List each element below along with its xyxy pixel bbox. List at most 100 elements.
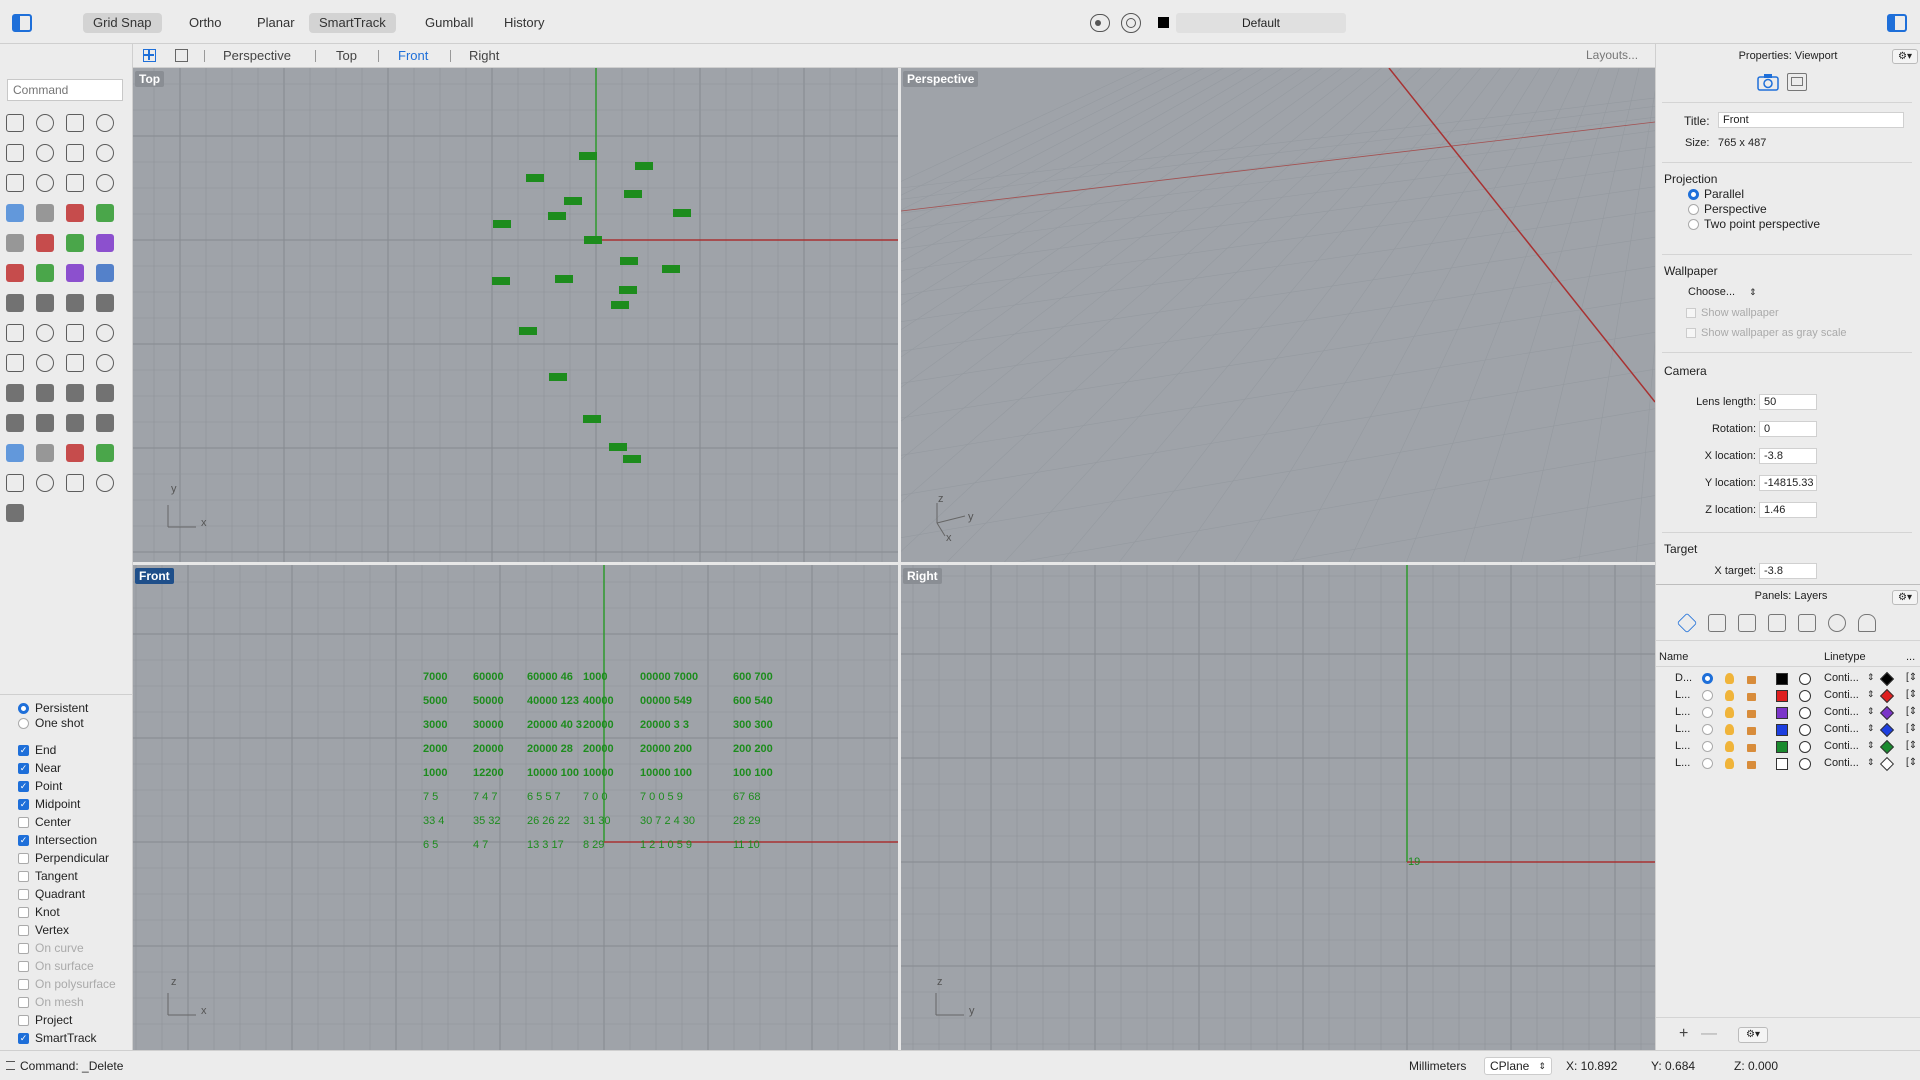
cplane-dropdown[interactable]: CPlane ⇕	[1484, 1057, 1552, 1075]
layer-name[interactable]: L...	[1675, 740, 1690, 752]
layer-material-icon[interactable]	[1799, 724, 1811, 736]
tool-icon[interactable]	[63, 351, 87, 375]
tool-icon[interactable]	[3, 321, 27, 345]
layer-linetype[interactable]: Conti...	[1824, 672, 1859, 684]
current-layer-radio[interactable]	[1702, 724, 1713, 735]
camera-field-input[interactable]: -14815.33	[1759, 475, 1817, 491]
viewport-label-perspective[interactable]: Perspective	[903, 71, 979, 87]
light-bulb-icon[interactable]	[1725, 707, 1734, 718]
green-object[interactable]	[579, 152, 597, 160]
dimension-label[interactable]: 20000	[583, 743, 614, 755]
layer-linetype[interactable]: Conti...	[1824, 689, 1859, 701]
tool-icon[interactable]	[93, 231, 117, 255]
wallpaper-choose-dropdown[interactable]: Choose... ⇕	[1688, 286, 1757, 298]
layer-row[interactable]: L... Conti... ⇕ [⇕	[1656, 722, 1920, 739]
layer-row[interactable]: L... Conti... ⇕ [⇕	[1656, 688, 1920, 705]
layer-color-swatch[interactable]	[1776, 724, 1788, 736]
projection-parallel-radio[interactable]: Parallel	[1688, 187, 1744, 201]
four-viewport-icon[interactable]	[143, 49, 156, 62]
tool-icon[interactable]	[33, 111, 57, 135]
dimension-label[interactable]: 3000	[423, 719, 447, 731]
units-label[interactable]: Millimeters	[1409, 1059, 1466, 1073]
green-object[interactable]	[548, 212, 566, 220]
layer-linetype[interactable]: Conti...	[1824, 757, 1859, 769]
layer-name[interactable]: L...	[1675, 706, 1690, 718]
tool-icon[interactable]	[93, 111, 117, 135]
green-object[interactable]	[673, 209, 691, 217]
dimension-label[interactable]: 00000 549	[640, 695, 692, 707]
dimension-label[interactable]: 10000 100	[640, 767, 692, 779]
print-color-diamond[interactable]	[1879, 722, 1895, 738]
command-history-icon[interactable]	[6, 1061, 15, 1070]
print-color-diamond[interactable]	[1879, 705, 1895, 721]
layer-material-icon[interactable]	[1799, 741, 1811, 753]
camera-field-input[interactable]: -3.8	[1759, 448, 1817, 464]
layer-material-icon[interactable]	[1799, 673, 1811, 685]
dimension-label[interactable]: 12200	[473, 767, 504, 779]
title-field[interactable]: Front	[1718, 112, 1904, 128]
tool-icon[interactable]	[93, 291, 117, 315]
current-layer-radio[interactable]	[1702, 673, 1713, 684]
layer-linetype-column-header[interactable]: Linetype	[1824, 651, 1866, 663]
snap-tangent-checkbox[interactable]: Tangent	[18, 867, 78, 885]
chevron-updown-icon[interactable]: ⇕	[1867, 689, 1875, 700]
toolbar-button-grid-snap[interactable]: Grid Snap	[83, 13, 162, 33]
toolbar-button-gumball[interactable]: Gumball	[415, 13, 483, 33]
chevron-updown-icon[interactable]: ⇕	[1867, 723, 1875, 734]
dimension-label[interactable]: 20000 3 3	[640, 719, 689, 731]
print-color-diamond[interactable]	[1879, 671, 1895, 687]
layer-linetype[interactable]: Conti...	[1824, 706, 1859, 718]
dimension-label[interactable]: 7 4 7	[473, 791, 497, 803]
tool-icon[interactable]	[3, 261, 27, 285]
lock-icon[interactable]	[1747, 693, 1756, 701]
layer-row[interactable]: D... Conti... ⇕ [⇕	[1656, 671, 1920, 688]
viewport-label-top[interactable]: Top	[135, 71, 165, 87]
dimension-label[interactable]: 20000 28	[527, 743, 573, 755]
green-object[interactable]	[583, 415, 601, 423]
layer-color-swatch[interactable]	[1776, 758, 1788, 770]
tool-icon[interactable]	[3, 441, 27, 465]
green-object[interactable]	[619, 286, 637, 294]
dimension-label[interactable]: 20000 40 3	[527, 719, 582, 731]
dimension-label[interactable]: 28 29	[733, 815, 761, 827]
dimension-label[interactable]: 20000	[473, 743, 504, 755]
snap-on-surface-checkbox[interactable]: On surface	[18, 957, 94, 975]
viewport-label-right[interactable]: Right	[903, 568, 942, 584]
camera-field-input[interactable]: 0	[1759, 421, 1817, 437]
tool-icon[interactable]	[93, 141, 117, 165]
dimension-label[interactable]: 13 3 17	[527, 839, 564, 851]
sidebar-toggle-right-icon[interactable]	[1887, 14, 1907, 32]
print-width-dropdown[interactable]: [⇕	[1906, 757, 1917, 768]
tool-icon[interactable]	[63, 321, 87, 345]
tool-icon[interactable]	[63, 291, 87, 315]
named-views-tab-icon[interactable]	[1768, 614, 1786, 632]
viewport-top[interactable]: Top y x	[133, 68, 898, 562]
viewport-front[interactable]: Front 7000 60000 60000 46 1000 00000 7000 600…	[133, 565, 898, 1050]
tool-icon[interactable]	[3, 291, 27, 315]
print-color-diamond[interactable]	[1879, 756, 1895, 772]
layer-name[interactable]: L...	[1675, 689, 1690, 701]
snap-knot-checkbox[interactable]: Knot	[18, 903, 60, 921]
current-layer-radio[interactable]	[1702, 690, 1713, 701]
tool-icon[interactable]	[63, 381, 87, 405]
camera-field-input[interactable]: 50	[1759, 394, 1817, 410]
green-object[interactable]	[492, 277, 510, 285]
layer-color-swatch[interactable]	[1776, 741, 1788, 753]
snap-near-checkbox[interactable]: ✓ Near	[18, 759, 61, 777]
tab-front[interactable]: Front	[398, 44, 428, 67]
notifications-tab-icon[interactable]	[1858, 614, 1876, 632]
chevron-updown-icon[interactable]: ⇕	[1867, 757, 1875, 768]
dimension-label[interactable]: 5000	[423, 695, 447, 707]
tool-icon[interactable]	[3, 111, 27, 135]
green-object[interactable]	[549, 373, 567, 381]
tab-perspective[interactable]: Perspective	[223, 44, 291, 67]
dimension-label[interactable]: 7000	[423, 671, 447, 683]
snap-midpoint-checkbox[interactable]: ✓ Midpoint	[18, 795, 80, 813]
sidebar-toggle-left-icon[interactable]	[12, 14, 32, 32]
properties-options-gear-icon[interactable]: ⚙▾	[1892, 49, 1918, 64]
dimension-label[interactable]: 67 68	[733, 791, 761, 803]
tool-icon[interactable]	[33, 201, 57, 225]
dimension-label[interactable]: 00000 7000	[640, 671, 698, 683]
viewport-perspective[interactable]: Perspective z y x	[901, 68, 1655, 562]
green-object[interactable]	[526, 174, 544, 182]
